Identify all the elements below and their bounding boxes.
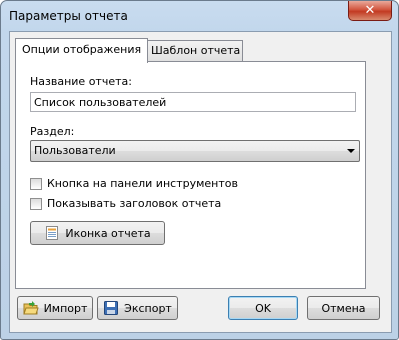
ok-button-label: OK bbox=[255, 301, 271, 315]
tab-report-template[interactable]: Шаблон отчета bbox=[144, 40, 243, 61]
report-settings-dialog: Параметры отчета ✕ Опции отображения Шаб… bbox=[0, 0, 399, 340]
close-icon: ✕ bbox=[364, 3, 376, 18]
report-icon bbox=[44, 225, 60, 241]
report-name-label: Название отчета: bbox=[30, 75, 132, 88]
report-icon-button-label: Иконка отчета bbox=[65, 226, 151, 240]
export-button[interactable]: Экспорт bbox=[97, 296, 178, 320]
export-button-label: Экспорт bbox=[124, 301, 172, 315]
ok-button[interactable]: OK bbox=[228, 296, 298, 320]
report-name-input[interactable]: Список пользователей bbox=[30, 92, 356, 112]
section-select-value: Пользователи bbox=[34, 144, 116, 157]
title-bar[interactable]: Параметры отчета ✕ bbox=[1, 1, 398, 31]
window-title: Параметры отчета bbox=[9, 9, 128, 23]
save-icon bbox=[103, 300, 119, 316]
dialog-client-area: Опции отображения Шаблон отчета Название… bbox=[9, 31, 392, 333]
cancel-button[interactable]: Отмена bbox=[307, 296, 380, 320]
tab-display-options[interactable]: Опции отображения bbox=[15, 38, 148, 63]
show-title-checkbox[interactable] bbox=[30, 198, 42, 210]
cancel-button-label: Отмена bbox=[321, 301, 366, 315]
folder-open-icon bbox=[22, 300, 39, 316]
section-select[interactable]: Пользователи bbox=[30, 140, 360, 162]
section-label: Раздел: bbox=[30, 125, 75, 138]
tab-panel-display-options: Название отчета: Список пользователей Ра… bbox=[15, 61, 366, 289]
show-title-checkbox-label: Показывать заголовок отчета bbox=[47, 197, 222, 210]
import-button-label: Импорт bbox=[43, 301, 88, 315]
toolbar-button-checkbox-label: Кнопка на панели инструментов bbox=[47, 177, 238, 190]
toolbar-button-checkbox[interactable] bbox=[30, 178, 42, 190]
chevron-down-icon bbox=[347, 149, 355, 153]
report-icon-button[interactable]: Иконка отчета bbox=[30, 221, 165, 245]
import-button[interactable]: Импорт bbox=[17, 296, 93, 320]
close-button[interactable]: ✕ bbox=[348, 1, 392, 21]
